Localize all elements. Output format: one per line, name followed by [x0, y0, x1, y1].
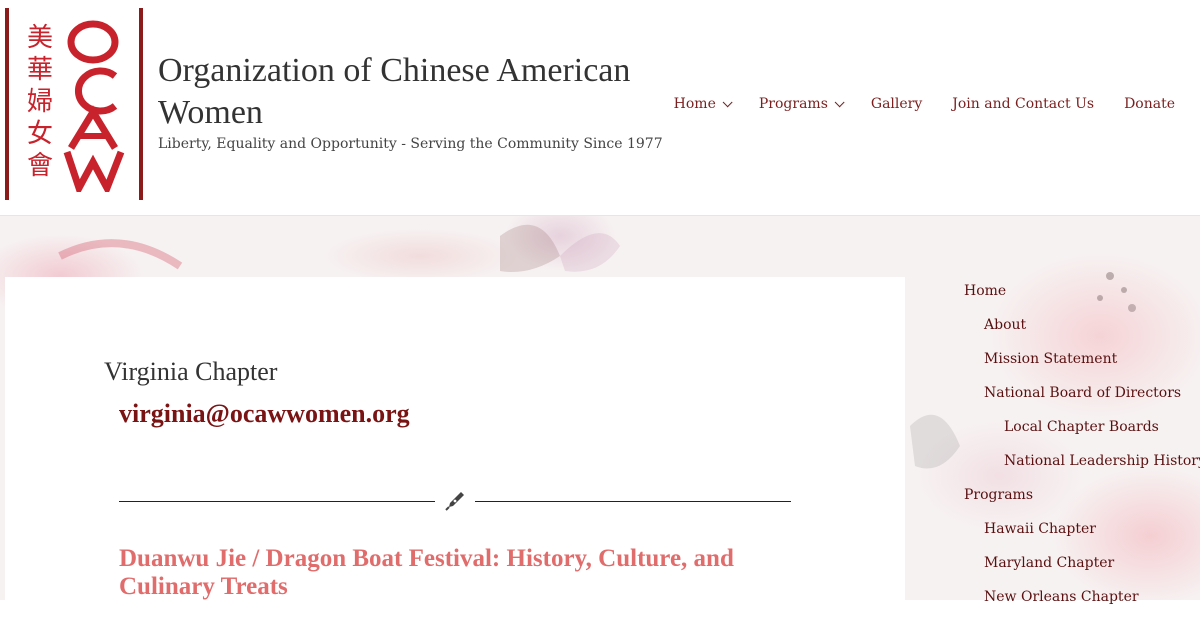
- logo-bar-left: [5, 8, 9, 200]
- ocaw-logo[interactable]: 美 華 婦 女 會: [5, 8, 143, 200]
- site-header: 美 華 婦 女 會 Organization of Chinese Americ…: [0, 0, 1200, 216]
- nav-programs[interactable]: Programs: [744, 94, 856, 114]
- logo-char: 女: [26, 119, 53, 149]
- ocaw-letters-logo-graphic: [63, 20, 125, 192]
- nav-join-contact[interactable]: Join and Contact Us: [937, 94, 1109, 114]
- sidebar-item-national-leadership-history[interactable]: National Leadership History: [964, 450, 1200, 484]
- logo-bar-right: [139, 8, 143, 200]
- sidebar-item-national-board[interactable]: National Board of Directors: [964, 382, 1200, 416]
- main-content: Virginia Chapter virginia@ocawwomen.org …: [5, 277, 905, 607]
- logo-char: 婦: [26, 87, 53, 117]
- chapter-email-link[interactable]: virginia@ocawwomen.org: [119, 399, 410, 429]
- nav-programs-label: Programs: [758, 96, 828, 112]
- divider-line: [475, 501, 791, 502]
- nav-donate-label: Donate: [1124, 96, 1175, 112]
- sidebar-page-list: Home About Mission Statement National Bo…: [964, 280, 1200, 620]
- chevron-down-icon: [834, 96, 845, 107]
- site-tagline: Liberty, Equality and Opportunity - Serv…: [158, 136, 663, 152]
- section-divider: [119, 489, 791, 513]
- sidebar-item-about[interactable]: About: [964, 314, 1200, 348]
- sidebar-item-programs[interactable]: Programs: [964, 484, 1200, 518]
- sidebar-item-local-chapter-boards[interactable]: Local Chapter Boards: [964, 416, 1200, 450]
- page-title: Virginia Chapter: [104, 357, 278, 386]
- sidebar-item-new-orleans-chapter[interactable]: New Orleans Chapter: [964, 586, 1200, 620]
- sidebar-item-mission-statement[interactable]: Mission Statement: [964, 348, 1200, 382]
- post-title-link[interactable]: Duanwu Jie / Dragon Boat Festival: Histo…: [119, 545, 799, 601]
- divider-line: [119, 501, 435, 502]
- sidebar-item-home[interactable]: Home: [964, 280, 1200, 314]
- nav-gallery[interactable]: Gallery: [856, 94, 937, 114]
- nav-home-label: Home: [673, 96, 716, 112]
- pen-nib-icon: [445, 492, 464, 511]
- nav-gallery-label: Gallery: [870, 96, 923, 112]
- chevron-down-icon: [722, 96, 733, 107]
- logo-char: 美: [26, 23, 53, 53]
- logo-chinese-characters: 美 華 婦 女 會: [25, 22, 55, 182]
- sidebar-item-hawaii-chapter[interactable]: Hawaii Chapter: [964, 518, 1200, 552]
- logo-char: 會: [26, 151, 53, 181]
- site-title[interactable]: Organization of Chinese American Women: [158, 50, 678, 134]
- sidebar-item-maryland-chapter[interactable]: Maryland Chapter: [964, 552, 1200, 586]
- nav-home[interactable]: Home: [659, 94, 744, 114]
- logo-char: 華: [26, 55, 53, 85]
- nav-join-label: Join and Contact Us: [952, 96, 1095, 112]
- main-navigation: Home Programs Gallery Join and Contact U…: [659, 94, 1190, 114]
- nav-donate[interactable]: Donate: [1109, 94, 1190, 114]
